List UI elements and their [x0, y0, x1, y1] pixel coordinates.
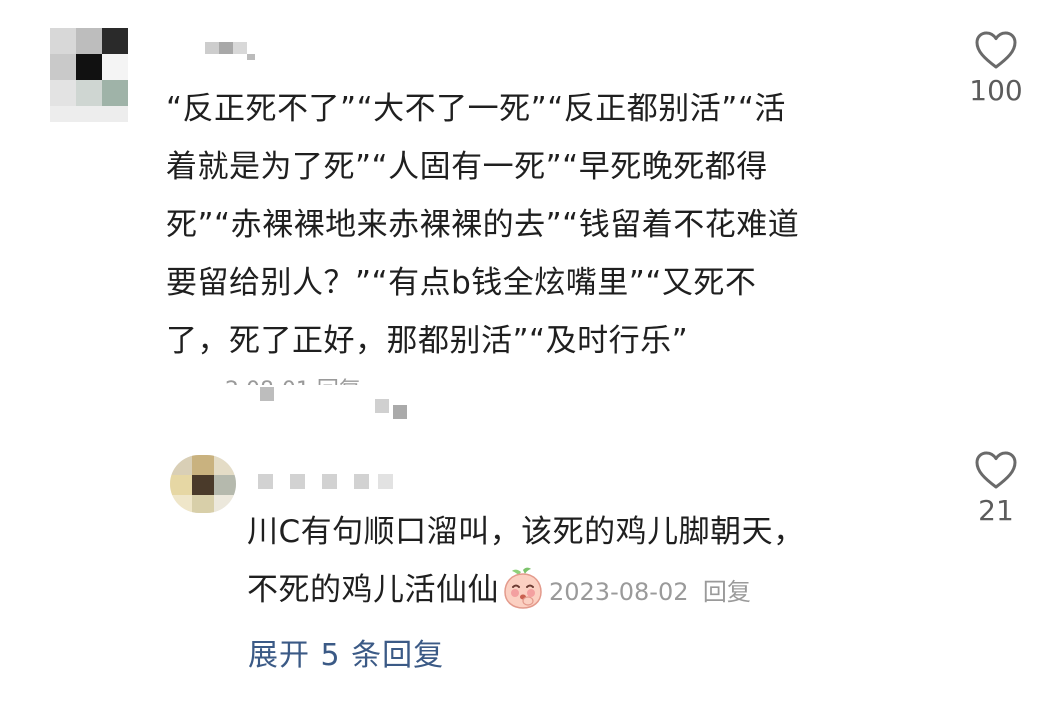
reply-like[interactable]: 21: [955, 450, 1037, 527]
reply-line: 不死的鸡儿活仙仙: [247, 572, 499, 608]
meta-blur-mask: [225, 385, 415, 425]
replier-name[interactable]: [258, 474, 398, 490]
commenter-name[interactable]: [205, 40, 255, 60]
comment-line: “反正死不了”“大不了一死”“反正都别活”“活: [166, 91, 786, 127]
like-count: 100: [969, 74, 1023, 107]
comment-line: 着就是为了死”“人固有一死”“早死晚死都得: [166, 149, 768, 185]
comment-line: 死”“赤裸裸地来赤裸裸的去”“钱留着不花难道: [166, 207, 800, 243]
comment-line: 了，死了正好，那都别活”“及时行乐”: [166, 323, 689, 359]
reply-date: 2023-08-02: [549, 578, 689, 606]
replier-avatar[interactable]: [170, 455, 236, 513]
heart-icon[interactable]: [974, 450, 1018, 490]
comment-line: 要留给别人？”“有点b钱全炫嘴里”“又死不: [166, 265, 757, 301]
like-count: 21: [978, 494, 1014, 527]
reply-button[interactable]: 回复: [703, 578, 751, 606]
expand-replies-button[interactable]: 展开 5 条回复: [248, 630, 444, 674]
heart-icon[interactable]: [974, 30, 1018, 70]
reply-text: 川C有句顺口溜叫，该死的鸡儿脚朝天， 不死的鸡儿活仙仙 2023-08-02 回…: [247, 503, 897, 621]
blush-peach-emoji-icon: [501, 566, 545, 610]
reply-line: 川C有句顺口溜叫，该死的鸡儿脚朝天，: [247, 514, 805, 550]
comment-text: “反正死不了”“大不了一死”“反正都别活”“活 着就是为了死”“人固有一死”“早…: [166, 80, 936, 370]
commenter-avatar[interactable]: [50, 28, 128, 122]
comment-like[interactable]: 100: [955, 30, 1037, 107]
